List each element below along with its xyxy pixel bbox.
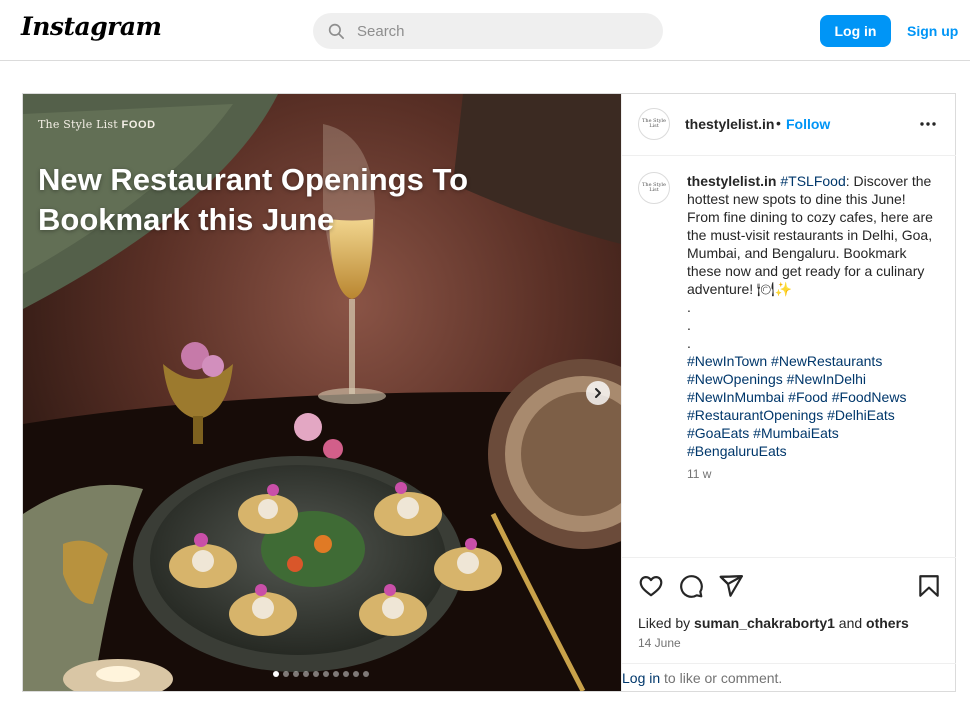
carousel-dot — [303, 671, 309, 677]
carousel-dot — [323, 671, 329, 677]
search-input[interactable]: Search — [357, 23, 405, 40]
comment-icon[interactable] — [678, 573, 704, 599]
share-icon[interactable] — [718, 573, 744, 599]
carousel-dot — [283, 671, 289, 677]
media-brand-serif: The Style List — [38, 118, 118, 131]
liked-by-user[interactable]: suman_chakraborty1 — [694, 615, 835, 631]
follow-button[interactable]: Follow — [786, 116, 830, 132]
carousel-dot — [363, 671, 369, 677]
caption-username[interactable]: thestylelist.in — [687, 173, 776, 189]
carousel-indicator — [273, 671, 369, 677]
instagram-logo[interactable]: Instagram — [21, 12, 162, 41]
caption-dot: . — [687, 335, 691, 351]
chevron-right-icon — [595, 388, 601, 398]
caption-hashtags[interactable]: #NewInTown #NewRestaurants #NewOpenings … — [687, 353, 906, 459]
carousel-dot — [353, 671, 359, 677]
post-caption: thestylelist.in #TSLFood: Discover the h… — [687, 172, 937, 460]
search-icon — [328, 23, 344, 39]
likes-summary: Liked by suman_chakraborty1 and others — [638, 615, 909, 631]
signup-link[interactable]: Sign up — [907, 23, 958, 39]
liked-by-and: and — [838, 615, 863, 631]
carousel-dot — [273, 671, 279, 677]
post-media[interactable]: The Style List FOOD New Restaurant Openi… — [23, 94, 621, 691]
post-time-ago: 11 w — [687, 467, 712, 481]
carousel-dot — [293, 671, 299, 677]
post-date: 14 June — [638, 636, 681, 650]
login-suffix: to like or comment. — [660, 670, 783, 686]
post-header: The Style List thestylelist.in • Follow — [622, 94, 956, 156]
carousel-dot — [313, 671, 319, 677]
carousel-dot — [333, 671, 339, 677]
media-headline: New Restaurant Openings To Bookmark this… — [38, 162, 469, 237]
caption-dot: . — [687, 299, 691, 315]
caption-text: : Discover the hottest new spots to dine… — [687, 173, 933, 297]
bookmark-icon[interactable] — [916, 573, 942, 599]
carousel-dot — [343, 671, 349, 677]
caption-avatar[interactable]: The Style List — [638, 172, 670, 204]
post-card: The Style List FOOD New Restaurant Openi… — [22, 93, 956, 692]
heart-icon[interactable] — [638, 573, 664, 599]
post-actions: Liked by suman_chakraborty1 and others 1… — [622, 557, 956, 691]
post-username[interactable]: thestylelist.in — [685, 116, 774, 132]
more-icon[interactable] — [918, 116, 938, 132]
carousel-next-button[interactable] — [586, 381, 610, 405]
liked-by-prefix: Liked by — [638, 615, 691, 631]
liked-by-others[interactable]: others — [866, 615, 909, 631]
caption-hashtag[interactable]: #TSLFood — [780, 173, 845, 189]
login-link[interactable]: Log in — [622, 670, 660, 686]
avatar[interactable]: The Style List — [638, 108, 670, 140]
post-details: The Style List thestylelist.in • Follow … — [621, 94, 956, 691]
login-button[interactable]: Log in — [820, 15, 891, 47]
top-bar: Instagram Search Log in Sign up — [0, 0, 970, 61]
caption-dot: . — [687, 317, 691, 333]
media-brand-bold: FOOD — [121, 119, 156, 131]
separator: • — [776, 115, 781, 131]
media-brand: The Style List FOOD — [38, 118, 156, 131]
login-prompt: Log in to like or comment. — [622, 663, 956, 692]
search-box[interactable]: Search — [313, 13, 663, 49]
